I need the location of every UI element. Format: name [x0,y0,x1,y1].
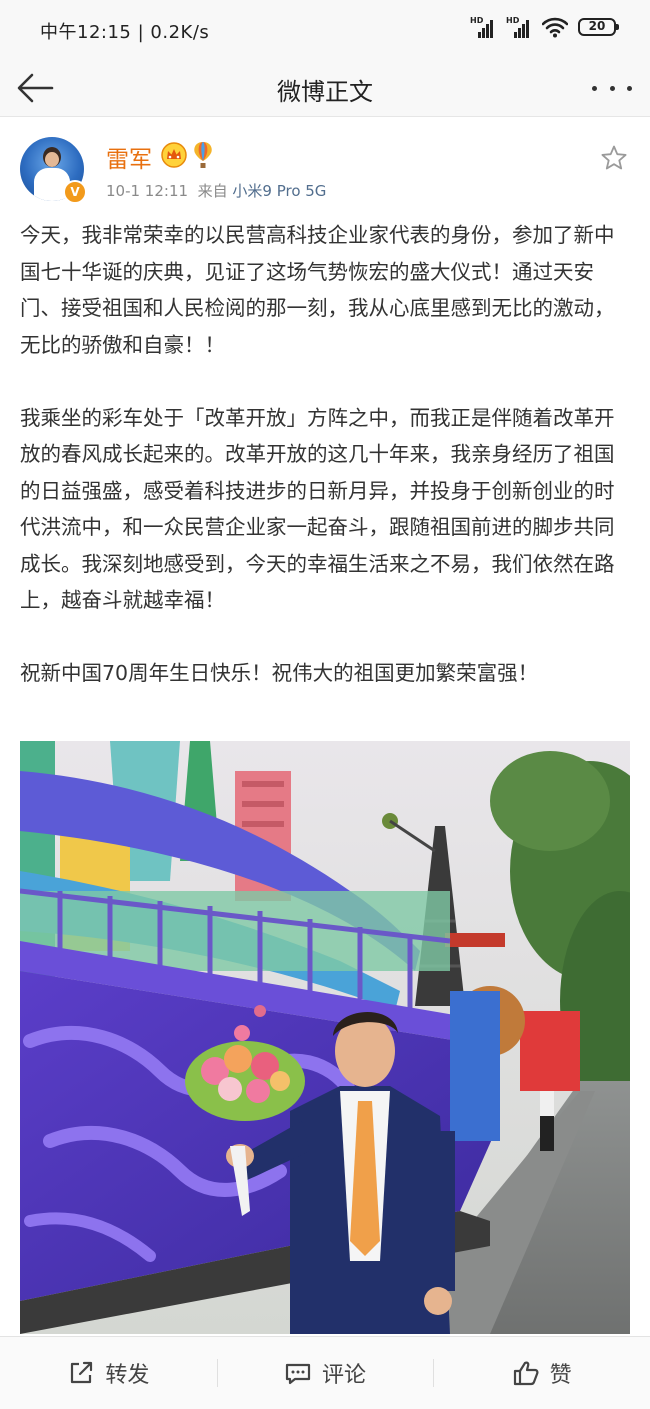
repost-label: 转发 [105,1363,150,1388]
nav-bar: 微博正文 [0,60,650,117]
status-icons: HD HD 20 [470,16,619,38]
signal-icon: HD [470,16,496,38]
post-photo[interactable] [20,741,630,1334]
balloon-badge-icon[interactable] [191,140,215,170]
status-time-speed: 中午12:15 | 0.2K/s [40,22,210,43]
like-label: 赞 [549,1363,572,1388]
page-title: 微博正文 [277,78,373,106]
status-time: 中午12:15 [40,22,132,43]
network-speed: 0.2K/s [150,22,210,43]
status-bar: 中午12:15 | 0.2K/s HD HD 20 [0,0,650,60]
wifi-icon [542,17,568,38]
repost-button[interactable]: 转发 [0,1337,217,1409]
post-paragraph-2: 我乘坐的彩车处于「改革开放」方阵之中，而我正是伴随着改革开放的春风成长起来的。改… [20,405,615,613]
signal-icon-2: HD [506,16,532,38]
post-meta: 10-1 12:11 来自 小米9 Pro 5G [106,180,326,201]
repost-icon [71,1361,93,1384]
crown-badge-icon[interactable] [161,142,187,168]
post-body: 今天，我非常荣幸的以民营高科技企业家代表的身份，参加了新中国七十华诞的庆典，见证… [20,217,632,692]
battery-icon: 20 [578,18,619,36]
post-paragraph-3: 祝新中国70周年生日快乐！祝伟大的祖国更加繁荣富强！ [20,661,539,685]
bottom-action-bar: 转发 评论 赞 [0,1336,650,1409]
comment-button[interactable]: 评论 [216,1337,434,1409]
comment-label: 评论 [322,1363,367,1388]
like-button[interactable]: 赞 [433,1337,650,1409]
comment-icon [285,1363,311,1385]
source-prefix: 来自 [197,182,228,200]
post-source[interactable]: 小米9 Pro 5G [232,182,326,200]
favorite-star-icon[interactable] [600,144,628,172]
author-name[interactable]: 雷军 [106,140,152,174]
parade-float-photo [20,741,630,1334]
more-dots-icon[interactable] [592,80,632,96]
verified-badge-icon: V [63,180,87,204]
post-date: 10-1 12:11 [106,182,189,200]
post-paragraph-1: 今天，我非常荣幸的以民营高科技企业家代表的身份，参加了新中国七十华诞的庆典，见证… [20,223,615,357]
thumbs-up-icon [513,1361,539,1386]
